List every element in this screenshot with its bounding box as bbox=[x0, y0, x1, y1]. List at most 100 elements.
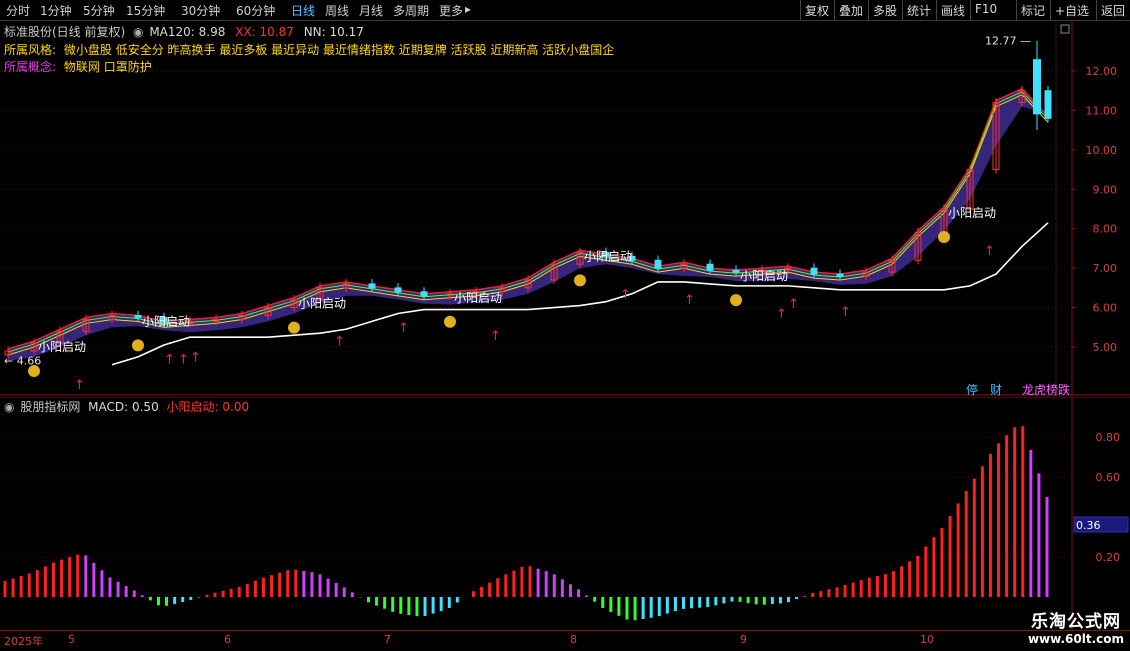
tab-7[interactable]: 周线 bbox=[325, 2, 349, 19]
macd-chart-svg: 0.80 0.60 0.36 0.20 bbox=[0, 397, 1130, 630]
xx-label: XX: 10.87 bbox=[235, 25, 294, 39]
x-label-sep: 9 bbox=[740, 633, 747, 646]
main-chart-svg: 12.00 11.00 10.00 9.00 8.00 7.00 6.00 5.00 12.77… bbox=[0, 21, 1130, 396]
buy-arrow-icon: ↑ bbox=[788, 297, 799, 312]
money-bag-icon bbox=[730, 294, 742, 307]
buy-arrow-icon: ↑ bbox=[620, 287, 631, 302]
tab-10[interactable]: 更多 bbox=[439, 2, 463, 19]
signal-label: 小阳启动 bbox=[298, 297, 346, 311]
collapse-icon[interactable]: ◉ bbox=[133, 25, 143, 39]
concept-text: 物联网 口罩防护 bbox=[63, 60, 152, 74]
money-bag-icon bbox=[444, 315, 456, 328]
concept-line: 所属概念: 物联网 口罩防护 bbox=[4, 58, 152, 75]
macd-collapse-icon[interactable]: ◉ bbox=[4, 400, 14, 414]
signal-label: 小阳启动 bbox=[142, 314, 190, 328]
toolbar-btn-4[interactable]: 画线 bbox=[941, 2, 965, 19]
y-tick-label: 12.00 bbox=[1086, 65, 1118, 78]
macd-y-tick: 0.60 bbox=[1096, 471, 1121, 484]
ma120-label: MA120: 8.98 bbox=[149, 25, 226, 39]
suspend-badge[interactable]: 停 bbox=[966, 381, 978, 398]
toolbar-btn-1[interactable]: 叠加 bbox=[839, 2, 863, 19]
toolbar-btn-7[interactable]: +自选 bbox=[1055, 2, 1089, 19]
finance-badge[interactable]: 财 bbox=[990, 381, 1002, 398]
toolbar-btn-8[interactable]: 返回 bbox=[1101, 2, 1125, 19]
signal-label: 小阳启动 bbox=[740, 269, 788, 283]
tab-3[interactable]: 15分钟 bbox=[126, 2, 165, 19]
toolbar-separator bbox=[1016, 0, 1017, 20]
tab-6[interactable]: 日线 bbox=[291, 2, 315, 19]
high-price-label: 12.77 — bbox=[985, 35, 1031, 48]
toolbar-separator bbox=[902, 0, 903, 20]
x-label-oct: 10 bbox=[920, 633, 934, 646]
macd-y-tick: 0.80 bbox=[1096, 431, 1121, 444]
toolbar-btn-0[interactable]: 复权 bbox=[805, 2, 829, 19]
y-tick-label: 10.00 bbox=[1086, 144, 1118, 157]
tab-8[interactable]: 月线 bbox=[359, 2, 383, 19]
style-text: 微小盘股 低安全分 昨高换手 最近多板 最近异动 最近情绪指数 近期复牌 活跃股… bbox=[63, 43, 615, 57]
candle-body bbox=[654, 259, 662, 269]
candle-body bbox=[134, 314, 142, 318]
toolbar-separator bbox=[970, 0, 971, 20]
buy-arrow-icon: ↑ bbox=[164, 352, 175, 367]
buy-arrow-icon: ↑ bbox=[776, 307, 787, 322]
y-tick-label: 9.00 bbox=[1093, 183, 1118, 196]
logo-title: 乐淘公式网 bbox=[1030, 612, 1121, 632]
buy-arrow-icon: ↑ bbox=[74, 378, 85, 393]
buy-arrow-icon: ↑ bbox=[984, 244, 995, 259]
nn-label: NN: 10.17 bbox=[303, 25, 364, 39]
toolbar-separator bbox=[1050, 0, 1051, 20]
candle-body bbox=[1044, 90, 1052, 119]
signal-label: 小阳启动 bbox=[948, 206, 996, 220]
stock-title: 标准股份(日线 前复权) bbox=[4, 25, 126, 39]
signal-label: 小阳启动 bbox=[38, 340, 86, 354]
style-label: 所属风格: bbox=[4, 43, 57, 57]
candle-body bbox=[394, 287, 402, 293]
x-label-aug: 8 bbox=[570, 633, 577, 646]
logo-url: www.60lt.com bbox=[1027, 632, 1124, 646]
macd-signal-label: 小阳启动: 0.00 bbox=[166, 400, 250, 414]
money-bag-icon bbox=[288, 321, 300, 334]
tab-0[interactable]: 分时 bbox=[6, 2, 30, 19]
dragon-tiger-badge[interactable]: 龙虎榜跌 bbox=[1022, 381, 1070, 398]
money-bag-icon bbox=[132, 339, 144, 352]
stock-info-line: 标准股份(日线 前复权) ◉ MA120: 8.98 XX: 10.87 NN:… bbox=[4, 23, 364, 40]
period-toolbar: 分时 1分钟 5分钟 15分钟 30分钟 60分钟 日线 周线 月线 多周期 更多 ▸ 返回 +自选 标记 F… bbox=[0, 0, 1130, 21]
toolbar-separator bbox=[868, 0, 869, 20]
toolbar-btn-6[interactable]: 标记 bbox=[1021, 2, 1045, 19]
x-label-year: 2025年 bbox=[4, 635, 43, 648]
tab-4[interactable]: 30分钟 bbox=[181, 2, 220, 19]
style-line: 所属风格: 微小盘股 低安全分 昨高换手 最近多板 最近异动 最近情绪指数 近期… bbox=[4, 41, 614, 58]
toolbar-separator bbox=[834, 0, 835, 20]
money-bag-icon bbox=[28, 365, 40, 378]
buy-arrow-icon: ↑ bbox=[398, 321, 409, 336]
toolbar-separator bbox=[1096, 0, 1097, 20]
concept-label: 所属概念: bbox=[4, 60, 57, 74]
candle-body bbox=[810, 267, 818, 275]
tab-2[interactable]: 5分钟 bbox=[83, 2, 115, 19]
tab-9[interactable]: 多周期 bbox=[393, 2, 429, 19]
y-tick-label: 7.00 bbox=[1093, 262, 1118, 275]
buy-arrow-icon: ↑ bbox=[684, 293, 695, 308]
y-tick-label: 11.00 bbox=[1086, 104, 1118, 117]
candle-body bbox=[368, 283, 376, 289]
toolbar-btn-2[interactable]: 多股 bbox=[873, 2, 897, 19]
toolbar-btn-3[interactable]: 统计 bbox=[907, 2, 931, 19]
macd-panel[interactable]: 0.80 0.60 0.36 0.20 ◉ 股朋指标网 MACD: 0.50 小阳启动… bbox=[0, 397, 1130, 630]
candlestick-chart[interactable]: 12.00 11.00 10.00 9.00 8.00 7.00 6.00 5.00 12.77… bbox=[0, 21, 1130, 398]
more-arrow-icon[interactable]: ▸ bbox=[465, 2, 471, 16]
toolbar-separator bbox=[936, 0, 937, 20]
candle-body bbox=[836, 273, 844, 277]
macd-title: 股朋指标网 bbox=[20, 400, 81, 414]
x-label-jun: 6 bbox=[224, 633, 231, 646]
candle-body bbox=[706, 263, 714, 271]
tab-1[interactable]: 1分钟 bbox=[40, 2, 72, 19]
current-value-label: 0.36 bbox=[1076, 519, 1101, 532]
toolbar-btn-5[interactable]: F10 bbox=[975, 2, 997, 16]
toolbar-separator bbox=[800, 0, 801, 20]
tab-5[interactable]: 60分钟 bbox=[236, 2, 275, 19]
panel-scroll-box bbox=[1060, 24, 1070, 34]
x-label-jul: 7 bbox=[384, 633, 391, 646]
candle-body bbox=[420, 291, 428, 297]
buy-arrow-icon: ↑ bbox=[178, 352, 189, 367]
buy-arrow-icon: ↑ bbox=[190, 350, 201, 365]
